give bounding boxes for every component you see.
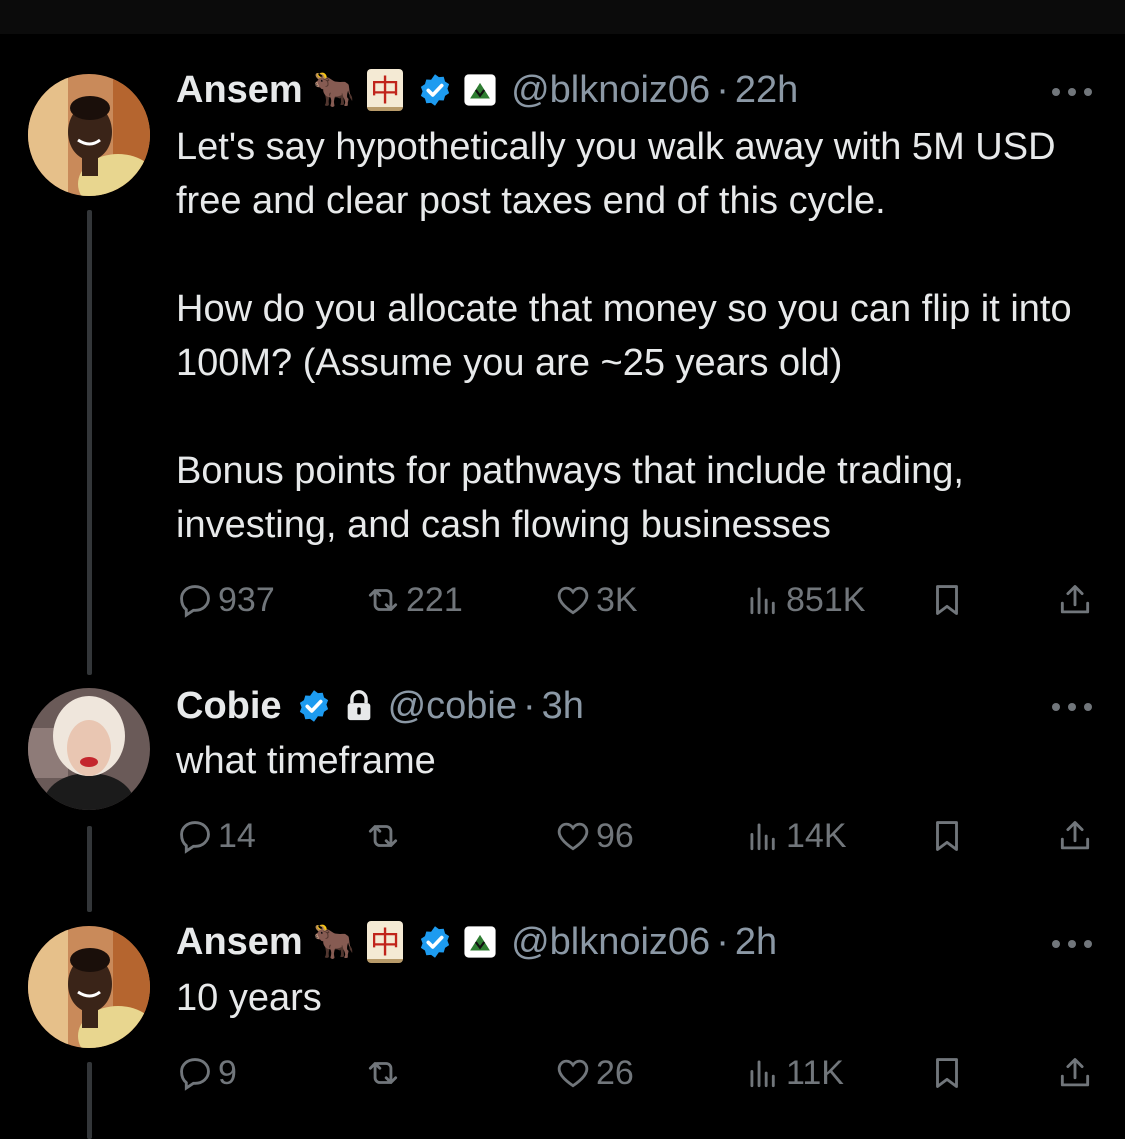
affiliate-badge-icon[interactable] xyxy=(463,73,497,107)
repost-count: 221 xyxy=(406,580,463,619)
tweet-actions: 14 96 14K xyxy=(176,814,1096,858)
bookmark-button[interactable] xyxy=(928,814,966,858)
views-button[interactable]: 851K xyxy=(744,578,865,622)
status-bar xyxy=(0,0,1125,34)
verified-badge-icon[interactable] xyxy=(417,72,453,108)
reply-count: 14 xyxy=(218,816,256,855)
like-icon xyxy=(557,822,589,851)
repost-icon xyxy=(368,825,398,847)
views-button[interactable]: 11K xyxy=(744,1051,844,1095)
bookmark-button[interactable] xyxy=(928,578,966,622)
like-icon xyxy=(557,586,589,615)
views-icon xyxy=(750,587,775,615)
reply-button[interactable]: 14 xyxy=(176,814,256,858)
like-icon xyxy=(557,1059,589,1088)
tweet-text: 10 years xyxy=(176,977,322,1019)
reply-count: 937 xyxy=(218,580,275,619)
verified-badge-icon[interactable] xyxy=(296,688,332,724)
more-icon[interactable] xyxy=(1048,82,1096,102)
mahjong-tile-emoji: 中 xyxy=(367,921,404,963)
like-count: 96 xyxy=(596,816,634,855)
separator-dot: · xyxy=(716,68,729,111)
repost-button[interactable] xyxy=(364,1051,406,1095)
reply-count: 9 xyxy=(218,1053,237,1092)
tweet-actions: 937 221 3K 851K xyxy=(176,578,1096,622)
like-count: 26 xyxy=(596,1053,634,1092)
thread-line xyxy=(87,210,92,675)
bull-emoji: 🐂 xyxy=(312,923,356,961)
views-icon xyxy=(750,823,775,851)
display-name[interactable]: Cobie xyxy=(176,685,282,728)
reply-button[interactable]: 937 xyxy=(176,578,275,622)
share-icon xyxy=(1060,585,1090,614)
views-button[interactable]: 14K xyxy=(744,814,847,858)
like-button[interactable]: 3K xyxy=(554,578,638,622)
share-button[interactable] xyxy=(1056,1051,1094,1095)
thread-line xyxy=(87,1062,92,1139)
share-button[interactable] xyxy=(1056,578,1094,622)
timestamp[interactable]: 22h xyxy=(735,69,798,112)
avatar[interactable] xyxy=(28,688,150,810)
bookmark-icon xyxy=(936,585,958,615)
bookmark-button[interactable] xyxy=(928,1051,966,1095)
mahjong-tile-emoji: 中 xyxy=(367,69,404,111)
bookmark-icon xyxy=(936,1058,958,1088)
repost-icon xyxy=(368,1062,398,1084)
tweet-text: what timeframe xyxy=(176,740,436,782)
tweet-header: Ansem 🐂 中 @blknoiz06 · 2h xyxy=(176,920,777,964)
tweet-actions: 9 26 11K xyxy=(176,1051,1096,1095)
view-count: 14K xyxy=(786,816,847,855)
view-count: 11K xyxy=(786,1053,844,1092)
repost-icon xyxy=(368,589,398,611)
like-count: 3K xyxy=(596,580,638,619)
tweet-header: Cobie @cobie · 3h xyxy=(176,684,584,728)
more-icon[interactable] xyxy=(1048,697,1096,717)
share-button[interactable] xyxy=(1056,814,1094,858)
bookmark-icon xyxy=(936,821,958,851)
views-icon xyxy=(750,1060,775,1088)
timestamp[interactable]: 3h xyxy=(542,685,584,728)
display-name[interactable]: Ansem xyxy=(176,921,303,964)
reply-icon xyxy=(180,1058,210,1091)
reply-icon xyxy=(180,585,210,618)
repost-button[interactable]: 221 xyxy=(364,578,463,622)
thread-line xyxy=(87,826,92,912)
share-icon xyxy=(1060,821,1090,850)
reply-icon xyxy=(180,821,210,854)
display-name[interactable]: Ansem xyxy=(176,69,303,112)
separator-dot: · xyxy=(522,684,536,727)
verified-badge-icon[interactable] xyxy=(417,924,453,960)
handle[interactable]: @blknoiz06 xyxy=(511,921,710,964)
bull-emoji: 🐂 xyxy=(312,71,356,109)
avatar[interactable] xyxy=(28,74,150,196)
view-count: 851K xyxy=(786,580,866,619)
more-icon[interactable] xyxy=(1048,934,1096,954)
avatar[interactable] xyxy=(28,926,150,1048)
timestamp[interactable]: 2h xyxy=(735,921,777,964)
like-button[interactable]: 96 xyxy=(554,814,634,858)
repost-button[interactable] xyxy=(364,814,406,858)
share-icon xyxy=(1060,1058,1090,1087)
like-button[interactable]: 26 xyxy=(554,1051,634,1095)
lock-icon xyxy=(347,690,370,721)
handle[interactable]: @cobie xyxy=(388,685,517,728)
tweet-header: Ansem 🐂 中 @blknoiz06 · 22h xyxy=(176,68,798,112)
affiliate-badge-icon[interactable] xyxy=(463,925,497,959)
reply-button[interactable]: 9 xyxy=(176,1051,237,1095)
tweet-text: Let's say hypothetically you walk away w… xyxy=(176,126,1072,546)
separator-dot: · xyxy=(716,920,729,963)
handle[interactable]: @blknoiz06 xyxy=(511,69,710,112)
